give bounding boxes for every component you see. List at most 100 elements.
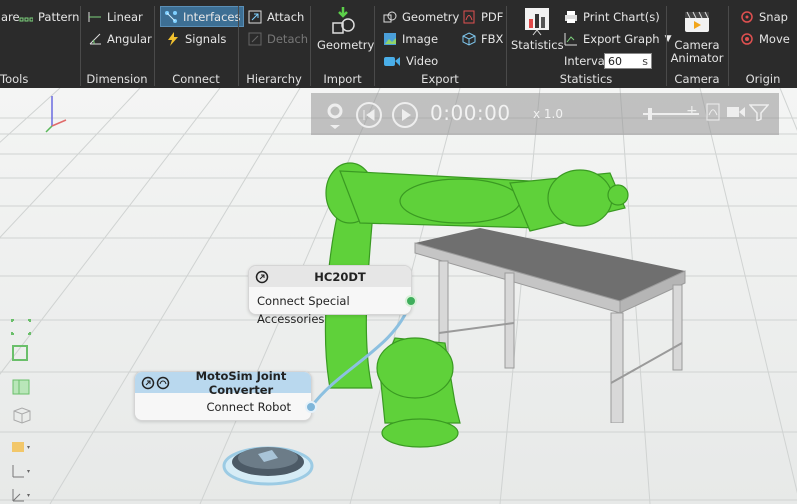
detach-label: Detach [267,32,309,46]
detach-icon [248,32,262,46]
export-graph-icon [564,32,578,46]
import-geometry-icon [327,6,359,36]
signals-button[interactable]: Signals [163,30,229,48]
linear-label: Linear [107,10,143,24]
export-geometry-label: Geometry [402,10,460,24]
camera-group-label: Camera [674,72,720,86]
export-pdf-button[interactable]: PDF [459,8,506,26]
playback-time: 0:00:00 [430,101,511,125]
import-geometry-label: Geometry [317,38,375,52]
pdf-icon [462,10,476,24]
ribbon-toolbar: are Pattern Tools Linear Angular Dimensi… [0,0,797,88]
interfaces-icon [164,10,178,24]
export-graph-button[interactable]: Export Graph ▼ [561,30,675,48]
funnel-icon[interactable] [749,103,769,121]
angular-button[interactable]: Angular [85,30,155,48]
pattern-icon [19,10,34,24]
move-button[interactable]: Move [737,30,793,48]
group-tools: are Pattern Tools [0,0,80,88]
dimension-group-label: Dimension [86,72,148,86]
export-geometry-button[interactable]: Geometry [380,8,462,26]
image-icon [383,32,397,46]
hierarchy-group-label: Hierarchy [246,72,302,86]
snap-label: Snap [759,10,788,24]
export-geometry-icon [383,10,397,24]
print-chart-button[interactable]: Print Chart(s) [561,8,663,26]
snap-icon [740,10,754,24]
interval-unit: s [642,55,648,68]
export-video-button[interactable]: Video [380,52,441,70]
export-image-button[interactable]: Image [380,30,441,48]
export-group-label: Export [421,72,459,86]
video-record-icon[interactable] [726,105,746,119]
robot-interface-node[interactable]: HC20DT Connect Special Accessories [248,265,417,326]
group-export: Geometry Image Video PDF FBX Export [375,0,505,88]
robot-node-title: HC20DT [314,269,366,284]
camera-animator-icon [681,6,713,36]
origin-group-label: Origin [745,72,781,86]
linear-dimension-icon [88,10,102,24]
camera-animator-label-2: Animator [670,51,724,65]
angular-dimension-icon [88,32,102,46]
render-mode-icon[interactable] [10,438,34,456]
interface-icon [255,270,269,283]
camera-animator-label-1: Camera [674,38,720,52]
export-video-label: Video [406,54,439,68]
statistics-chart-icon [521,6,553,36]
attach-label: Attach [267,10,305,24]
interval-value: 60 [608,55,622,68]
pdf-export-icon[interactable] [706,103,720,121]
gear-icon[interactable] [325,101,345,129]
interval-text: Interval [564,54,609,68]
attach-button[interactable]: Attach [245,8,307,26]
export-graph-label: Export Graph [583,32,660,46]
tools-group-label: Tools [0,72,29,86]
rewind-icon[interactable] [355,101,383,129]
camera-animator-button[interactable]: Camera Animator [669,6,725,65]
3d-viewport[interactable]: 0:00:00 x 1.0 + HC20DT Connect Special A… [0,88,797,504]
import-geometry-button[interactable]: Geometry [317,6,374,52]
import-group-label: Import [323,72,362,86]
linear-button[interactable]: Linear [85,8,146,26]
axis-gizmo-icon [45,96,67,133]
robot-port-connector[interactable] [405,295,417,307]
connect-robot-port[interactable]: Connect Robot [198,398,311,416]
export-fbx-button[interactable]: FBX [459,30,506,48]
detach-button[interactable]: Detach [245,30,311,48]
group-origin: Snap Move Origin [729,0,797,88]
group-dimension: Linear Angular Dimension [81,0,153,88]
interface-icon [141,376,170,389]
group-camera: Camera Animator Camera [667,0,727,88]
axis-display-icon[interactable] [10,486,34,504]
statistics-button[interactable]: Statistics [511,6,564,52]
playback-speed[interactable]: x 1.0 [533,107,563,121]
zoom-selected-icon[interactable] [10,344,34,362]
group-import: Geometry Import [311,0,374,88]
coordinate-system-icon[interactable] [10,462,34,480]
signals-label: Signals [185,32,227,46]
play-icon[interactable] [391,101,419,129]
interfaces-label: Interfaces [183,9,241,24]
interval-input[interactable]: 60 s [604,53,652,69]
group-statistics: Statistics Print Chart(s) Export Graph ▼… [507,0,672,88]
interfaces-button[interactable]: Interfaces [160,6,245,27]
export-pdf-label: PDF [481,10,504,24]
move-origin-icon [740,32,754,46]
pattern-button[interactable]: Pattern [16,8,82,26]
pattern-label: Pattern [38,10,80,24]
export-fbx-label: FBX [481,32,504,46]
connect-special-accessories-port[interactable]: Connect Special Accessories [249,292,411,326]
print-chart-label: Print Chart(s) [583,10,660,24]
converter-port-connector[interactable] [305,401,317,413]
group-hierarchy: Attach Detach Hierarchy [239,0,309,88]
zoom-fit-icon[interactable] [10,318,34,336]
attach-icon [248,10,262,24]
joint-converter-model[interactable] [220,440,316,488]
robot-node-header: HC20DT [249,266,411,287]
snap-button[interactable]: Snap [737,8,791,26]
cube-view-icon[interactable] [10,406,34,424]
plus-icon[interactable]: + [686,103,698,119]
statistics-group-label: Statistics [559,72,613,86]
view-split-icon[interactable] [10,378,34,396]
joint-converter-node[interactable]: MotoSim Joint Converter Connect Robot [134,369,317,421]
